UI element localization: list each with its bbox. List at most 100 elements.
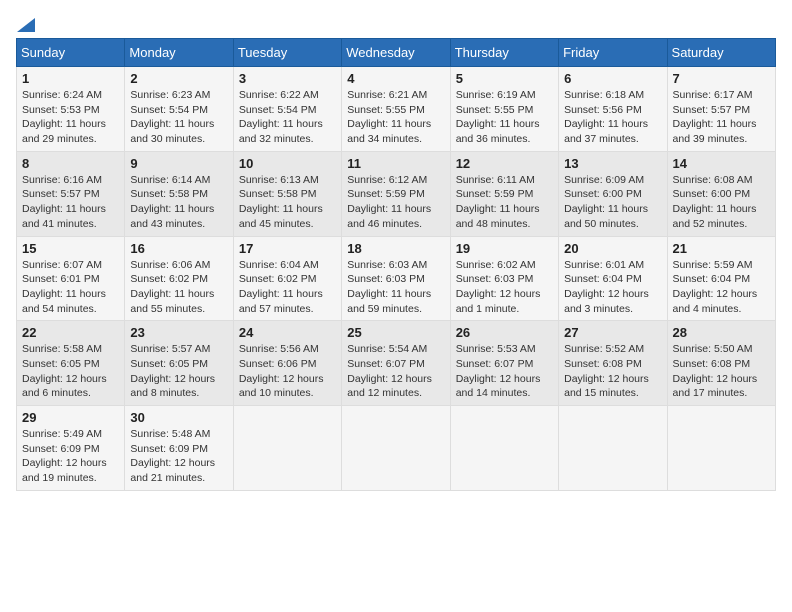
day-number: 30 (130, 410, 227, 425)
calendar-day-cell: 28 Sunrise: 5:50 AM Sunset: 6:08 PM Dayli… (667, 321, 775, 406)
logo-icon (17, 18, 35, 32)
calendar-week-row: 8 Sunrise: 6:16 AM Sunset: 5:57 PM Daylig… (17, 151, 776, 236)
calendar-day-cell: 7Sunrise: 6:17 AM Sunset: 5:57 PM Daylig… (667, 67, 775, 152)
day-info: Sunrise: 6:03 AM Sunset: 6:03 PM Dayligh… (347, 258, 444, 317)
day-number: 26 (456, 325, 553, 340)
day-number: 15 (22, 241, 119, 256)
calendar-day-cell (667, 406, 775, 491)
calendar-day-cell: 22 Sunrise: 5:58 AM Sunset: 6:05 PM Dayli… (17, 321, 125, 406)
calendar-day-cell: 23 Sunrise: 5:57 AM Sunset: 6:05 PM Dayli… (125, 321, 233, 406)
day-info: Sunrise: 6:19 AM Sunset: 5:55 PM Dayligh… (456, 88, 553, 147)
day-of-week-header: Saturday (667, 39, 775, 67)
calendar-day-cell: 3 Sunrise: 6:22 AM Sunset: 5:54 PM Daylig… (233, 67, 341, 152)
day-info: Sunrise: 6:23 AM Sunset: 5:54 PM Dayligh… (130, 88, 227, 147)
calendar-day-cell: 6 Sunrise: 6:18 AM Sunset: 5:56 PM Daylig… (559, 67, 667, 152)
day-number: 5 (456, 71, 553, 86)
day-number: 1 (22, 71, 119, 86)
day-number: 20 (564, 241, 661, 256)
calendar-day-cell (450, 406, 558, 491)
day-info: Sunrise: 5:54 AM Sunset: 6:07 PM Dayligh… (347, 342, 444, 401)
day-number: 11 (347, 156, 444, 171)
day-info: Sunrise: 6:22 AM Sunset: 5:54 PM Dayligh… (239, 88, 336, 147)
day-info: Sunrise: 6:06 AM Sunset: 6:02 PM Dayligh… (130, 258, 227, 317)
calendar-day-cell: 12 Sunrise: 6:11 AM Sunset: 5:59 PM Dayli… (450, 151, 558, 236)
day-info: Sunrise: 5:50 AM Sunset: 6:08 PM Dayligh… (673, 342, 770, 401)
day-number: 2 (130, 71, 227, 86)
calendar-day-cell: 9 Sunrise: 6:14 AM Sunset: 5:58 PM Daylig… (125, 151, 233, 236)
calendar-day-cell: 14 Sunrise: 6:08 AM Sunset: 6:00 PM Dayli… (667, 151, 775, 236)
day-info: Sunrise: 5:57 AM Sunset: 6:05 PM Dayligh… (130, 342, 227, 401)
calendar-week-row: 15 Sunrise: 6:07 AM Sunset: 6:01 PM Dayli… (17, 236, 776, 321)
day-info: Sunrise: 5:58 AM Sunset: 6:05 PM Dayligh… (22, 342, 119, 401)
calendar-day-cell: 15 Sunrise: 6:07 AM Sunset: 6:01 PM Dayli… (17, 236, 125, 321)
day-info: Sunrise: 6:12 AM Sunset: 5:59 PM Dayligh… (347, 173, 444, 232)
day-info: Sunrise: 6:16 AM Sunset: 5:57 PM Dayligh… (22, 173, 119, 232)
day-info: Sunrise: 6:04 AM Sunset: 6:02 PM Dayligh… (239, 258, 336, 317)
day-info: Sunrise: 6:02 AM Sunset: 6:03 PM Dayligh… (456, 258, 553, 317)
day-number: 22 (22, 325, 119, 340)
calendar-day-cell: 10 Sunrise: 6:13 AM Sunset: 5:58 PM Dayli… (233, 151, 341, 236)
day-info: Sunrise: 5:59 AM Sunset: 6:04 PM Dayligh… (673, 258, 770, 317)
calendar-day-cell: 1 Sunrise: 6:24 AM Sunset: 5:53 PM Daylig… (17, 67, 125, 152)
day-number: 18 (347, 241, 444, 256)
day-info: Sunrise: 6:11 AM Sunset: 5:59 PM Dayligh… (456, 173, 553, 232)
calendar-day-cell: 21 Sunrise: 5:59 AM Sunset: 6:04 PM Dayli… (667, 236, 775, 321)
day-of-week-header: Monday (125, 39, 233, 67)
day-of-week-header: Tuesday (233, 39, 341, 67)
calendar-day-cell (233, 406, 341, 491)
day-info: Sunrise: 5:56 AM Sunset: 6:06 PM Dayligh… (239, 342, 336, 401)
day-number: 16 (130, 241, 227, 256)
day-info: Sunrise: 5:49 AM Sunset: 6:09 PM Dayligh… (22, 427, 119, 486)
calendar-day-cell: 27 Sunrise: 5:52 AM Sunset: 6:08 PM Dayli… (559, 321, 667, 406)
day-of-week-header: Thursday (450, 39, 558, 67)
day-of-week-header: Sunday (17, 39, 125, 67)
calendar-day-cell: 8 Sunrise: 6:16 AM Sunset: 5:57 PM Daylig… (17, 151, 125, 236)
day-info: Sunrise: 6:21 AM Sunset: 5:55 PM Dayligh… (347, 88, 444, 147)
day-info: Sunrise: 5:48 AM Sunset: 6:09 PM Dayligh… (130, 427, 227, 486)
calendar-day-cell: 2 Sunrise: 6:23 AM Sunset: 5:54 PM Daylig… (125, 67, 233, 152)
day-info: Sunrise: 6:07 AM Sunset: 6:01 PM Dayligh… (22, 258, 119, 317)
day-info: Sunrise: 5:52 AM Sunset: 6:08 PM Dayligh… (564, 342, 661, 401)
calendar-week-row: 29 Sunrise: 5:49 AM Sunset: 6:09 PM Dayli… (17, 406, 776, 491)
day-number: 13 (564, 156, 661, 171)
day-number: 28 (673, 325, 770, 340)
day-number: 14 (673, 156, 770, 171)
day-number: 9 (130, 156, 227, 171)
day-number: 25 (347, 325, 444, 340)
day-number: 3 (239, 71, 336, 86)
calendar-day-cell: 24Sunrise: 5:56 AM Sunset: 6:06 PM Dayli… (233, 321, 341, 406)
page-header (16, 16, 776, 30)
day-number: 6 (564, 71, 661, 86)
day-number: 29 (22, 410, 119, 425)
day-info: Sunrise: 6:18 AM Sunset: 5:56 PM Dayligh… (564, 88, 661, 147)
day-info: Sunrise: 6:01 AM Sunset: 6:04 PM Dayligh… (564, 258, 661, 317)
calendar-day-cell: 26 Sunrise: 5:53 AM Sunset: 6:07 PM Dayli… (450, 321, 558, 406)
day-info: Sunrise: 6:24 AM Sunset: 5:53 PM Dayligh… (22, 88, 119, 147)
day-number: 27 (564, 325, 661, 340)
day-info: Sunrise: 5:53 AM Sunset: 6:07 PM Dayligh… (456, 342, 553, 401)
calendar-day-cell: 20 Sunrise: 6:01 AM Sunset: 6:04 PM Dayli… (559, 236, 667, 321)
calendar-day-cell: 4 Sunrise: 6:21 AM Sunset: 5:55 PM Daylig… (342, 67, 450, 152)
day-info: Sunrise: 6:09 AM Sunset: 6:00 PM Dayligh… (564, 173, 661, 232)
calendar-day-cell (342, 406, 450, 491)
day-number: 8 (22, 156, 119, 171)
calendar-day-cell: 13 Sunrise: 6:09 AM Sunset: 6:00 PM Dayli… (559, 151, 667, 236)
day-info: Sunrise: 6:13 AM Sunset: 5:58 PM Dayligh… (239, 173, 336, 232)
day-number: 21 (673, 241, 770, 256)
day-number: 23 (130, 325, 227, 340)
calendar-day-cell: 11 Sunrise: 6:12 AM Sunset: 5:59 PM Dayli… (342, 151, 450, 236)
day-of-week-header: Friday (559, 39, 667, 67)
day-info: Sunrise: 6:08 AM Sunset: 6:00 PM Dayligh… (673, 173, 770, 232)
logo (16, 16, 36, 30)
day-info: Sunrise: 6:14 AM Sunset: 5:58 PM Dayligh… (130, 173, 227, 232)
day-of-week-header: Wednesday (342, 39, 450, 67)
calendar-day-cell: 17Sunrise: 6:04 AM Sunset: 6:02 PM Dayli… (233, 236, 341, 321)
calendar-week-row: 1 Sunrise: 6:24 AM Sunset: 5:53 PM Daylig… (17, 67, 776, 152)
day-number: 4 (347, 71, 444, 86)
calendar-day-cell: 25 Sunrise: 5:54 AM Sunset: 6:07 PM Dayli… (342, 321, 450, 406)
day-info: Sunrise: 6:17 AM Sunset: 5:57 PM Dayligh… (673, 88, 770, 147)
day-number: 10 (239, 156, 336, 171)
day-number: 12 (456, 156, 553, 171)
calendar-day-cell: 5 Sunrise: 6:19 AM Sunset: 5:55 PM Daylig… (450, 67, 558, 152)
calendar-table: SundayMondayTuesdayWednesdayThursdayFrid… (16, 38, 776, 491)
